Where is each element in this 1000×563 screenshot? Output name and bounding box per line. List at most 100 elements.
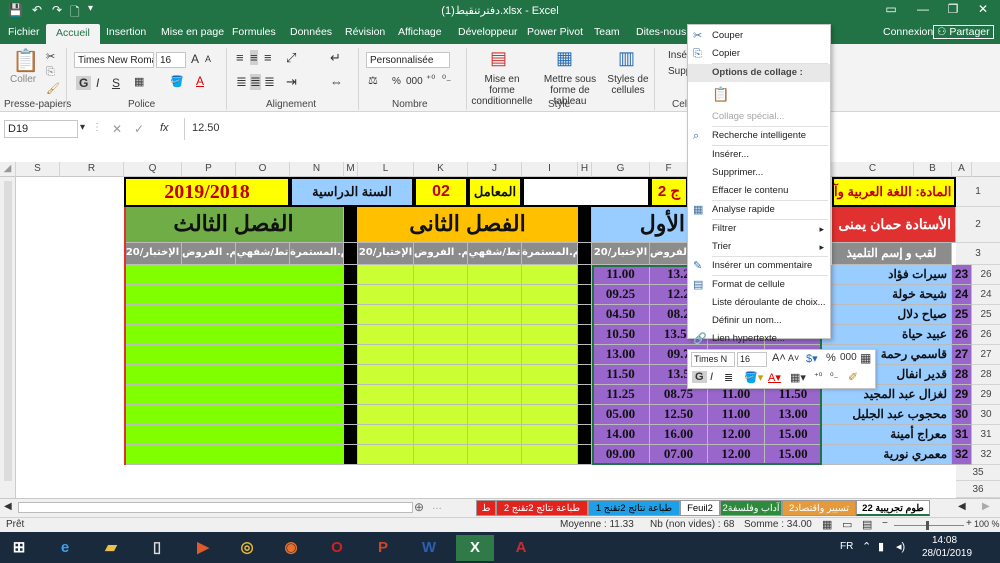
col-header-s[interactable]: S [16, 162, 60, 177]
word-icon[interactable]: W [410, 535, 448, 561]
sign-in-link[interactable]: Connexion [883, 26, 933, 38]
separator-cell[interactable] [578, 305, 592, 325]
student-name-cell[interactable]: معراج أمينة [822, 425, 952, 445]
number-format-box[interactable]: Personnalisée [366, 52, 450, 68]
student-number-cell[interactable]: 26 [952, 325, 972, 345]
clock-date[interactable]: 28/01/2019 [922, 548, 972, 559]
paste-icon[interactable]: 📋 [12, 48, 39, 74]
separator-cell[interactable] [578, 325, 592, 345]
separator-cell[interactable] [344, 305, 358, 325]
grade-cell[interactable] [358, 405, 414, 425]
grade-cell[interactable]: 09.00 [592, 445, 650, 465]
enter-icon[interactable]: ✓ [134, 122, 144, 136]
cell-styles-icon[interactable]: ▥ [618, 48, 635, 69]
new-sheet-icon[interactable]: ⊕ [414, 500, 424, 514]
col-header-j[interactable]: J [468, 162, 522, 177]
grade-cell[interactable] [358, 365, 414, 385]
student-name-cell[interactable]: محجوب عبد الجليل [822, 405, 952, 425]
col-header-k[interactable]: K [414, 162, 468, 177]
grade-cell[interactable] [358, 445, 414, 465]
mini-fill-color-icon[interactable]: 🪣▾ [744, 371, 763, 384]
grade-cell[interactable] [290, 385, 344, 405]
media-player-icon[interactable]: ▶ [184, 535, 222, 561]
grade-cell[interactable] [358, 345, 414, 365]
blank-header-cell[interactable] [522, 177, 650, 207]
col-subheader[interactable]: تط/شفهي [236, 243, 290, 265]
mini-format-painter-icon[interactable]: ▦ [860, 351, 871, 365]
col-subheader[interactable]: م.المستمرة [522, 243, 578, 265]
student-name-cell[interactable]: معمري نورية [822, 445, 952, 465]
col-subheader[interactable]: تط/شفهي [468, 243, 522, 265]
grade-cell[interactable] [290, 325, 344, 345]
col-header-f[interactable]: F [650, 162, 688, 177]
grade-cell[interactable] [358, 265, 414, 285]
separator-cell[interactable] [344, 405, 358, 425]
separator-cell[interactable] [344, 365, 358, 385]
grade-cell[interactable] [182, 265, 236, 285]
font-color-icon[interactable]: A [196, 74, 204, 88]
mini-number-format-icon[interactable]: $▾ [806, 352, 818, 365]
cell-styles-button[interactable]: Styles de cellules [606, 74, 650, 96]
grade-cell[interactable] [522, 405, 578, 425]
grade-cell[interactable]: 15.00 [765, 425, 822, 445]
row-header[interactable]: 26 [972, 265, 1000, 285]
page-break-view-icon[interactable]: ▤ [862, 518, 872, 531]
volume-icon[interactable]: ◂) [896, 540, 905, 553]
student-number-cell[interactable]: 23 [952, 265, 972, 285]
col-header-l[interactable]: L [358, 162, 414, 177]
menu-item-analyse-rapide[interactable]: ▦ Analyse rapide [688, 201, 830, 219]
grade-cell[interactable]: 10.50 [592, 325, 650, 345]
formula-input[interactable]: 12.50 [192, 122, 220, 134]
student-name-cell[interactable]: سيرات فؤاد [822, 265, 952, 285]
accounting-format-icon[interactable]: ⚖ [368, 74, 378, 87]
grade-cell[interactable] [124, 325, 182, 345]
tab-mise-en-page[interactable]: Mise en page [161, 26, 224, 38]
grade-cell[interactable]: 14.00 [592, 425, 650, 445]
opera-icon[interactable]: O [318, 535, 356, 561]
separator-cell[interactable] [344, 385, 358, 405]
menu-item-lien-hypertexte[interactable]: 🔗 Lien hypertexte... [688, 330, 830, 348]
mini-size-box[interactable]: 16 [737, 352, 767, 367]
menu-item-inserer[interactable]: Insérer... [688, 146, 830, 164]
row-header[interactable]: 2 [956, 207, 1000, 243]
menu-item-format-de-cellule[interactable]: ▤ Format de cellule [688, 276, 830, 294]
col-subheader[interactable]: الإختبار/20 [358, 243, 414, 265]
start-icon[interactable]: ⊞ [0, 535, 38, 561]
sheet-tab[interactable]: 2آداب وفلسفة [720, 500, 782, 516]
bold-button[interactable]: G [76, 76, 92, 90]
separator-cell[interactable] [578, 265, 592, 285]
grade-cell[interactable] [236, 445, 290, 465]
grade-cell[interactable] [358, 325, 414, 345]
align-left-icon[interactable]: ≣ [236, 74, 247, 90]
grade-cell[interactable]: 04.50 [592, 305, 650, 325]
firefox-icon[interactable]: ◉ [272, 535, 310, 561]
grade-cell[interactable] [124, 365, 182, 385]
menu-item-copier[interactable]: ⎘ Copier [688, 45, 830, 63]
separator-cell[interactable] [344, 345, 358, 365]
grade-cell[interactable] [468, 265, 522, 285]
mini-grow-font-icon[interactable]: A˄ [772, 352, 786, 364]
grade-cell[interactable] [468, 445, 522, 465]
grade-cell[interactable] [124, 445, 182, 465]
powerpoint-icon[interactable]: P [364, 535, 402, 561]
student-number-cell[interactable]: 27 [952, 345, 972, 365]
grade-cell[interactable] [290, 405, 344, 425]
paste-button[interactable]: Coller [10, 74, 36, 85]
separator-cell[interactable] [578, 385, 592, 405]
grade-cell[interactable] [124, 345, 182, 365]
tab-donnees[interactable]: Données [290, 26, 332, 38]
student-number-cell[interactable]: 29 [952, 385, 972, 405]
student-number-cell[interactable]: 24 [952, 285, 972, 305]
tab-tell-me[interactable]: Dites-nous [636, 26, 686, 38]
cancel-icon[interactable]: ✕ [112, 122, 122, 136]
excel-icon[interactable]: X [456, 535, 494, 561]
grade-cell[interactable] [468, 325, 522, 345]
cut-icon[interactable]: ✂ [46, 50, 55, 63]
format-table-icon[interactable]: ▦ [556, 48, 573, 69]
grade-cell[interactable] [522, 345, 578, 365]
grade-cell[interactable] [414, 265, 468, 285]
grade-cell[interactable]: 11.00 [708, 405, 765, 425]
maximize-button[interactable]: ❐ [938, 2, 968, 16]
insert-function-button[interactable]: fx [160, 122, 169, 134]
col-header-c[interactable]: C [832, 162, 914, 177]
